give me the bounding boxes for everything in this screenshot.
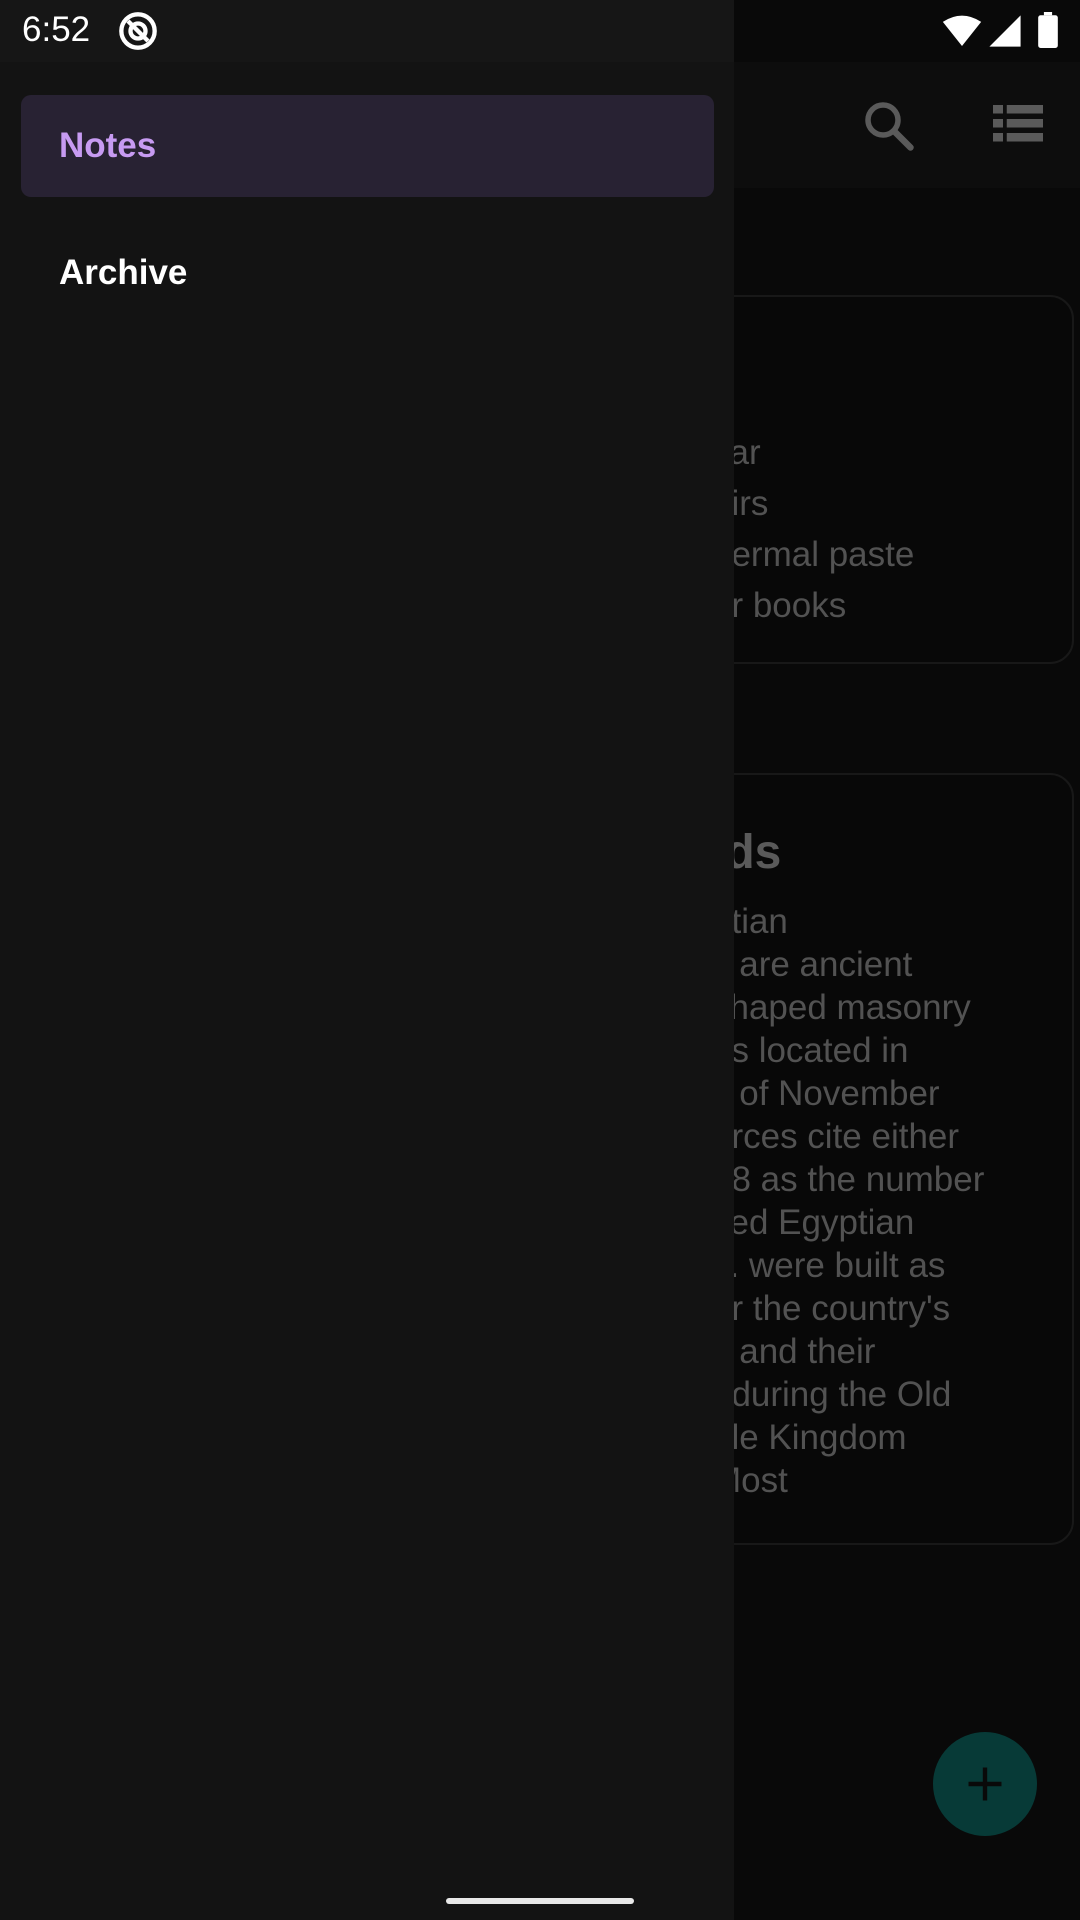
signal-icon [989, 15, 1021, 47]
wifi-icon [942, 15, 982, 47]
navigation-drawer: Notes Archive [0, 0, 734, 1920]
status-bar: 6:52 [0, 0, 1080, 62]
gesture-navigation-bar[interactable] [446, 1898, 634, 1904]
battery-icon [1038, 12, 1058, 48]
app-notification-icon [119, 12, 157, 50]
drawer-item-archive[interactable]: Archive [21, 222, 714, 324]
drawer-item-notes[interactable]: Notes [21, 95, 714, 197]
status-time: 6:52 [22, 10, 91, 49]
drawer-item-label: Archive [59, 253, 188, 292]
drawer-item-label: Notes [59, 126, 157, 165]
